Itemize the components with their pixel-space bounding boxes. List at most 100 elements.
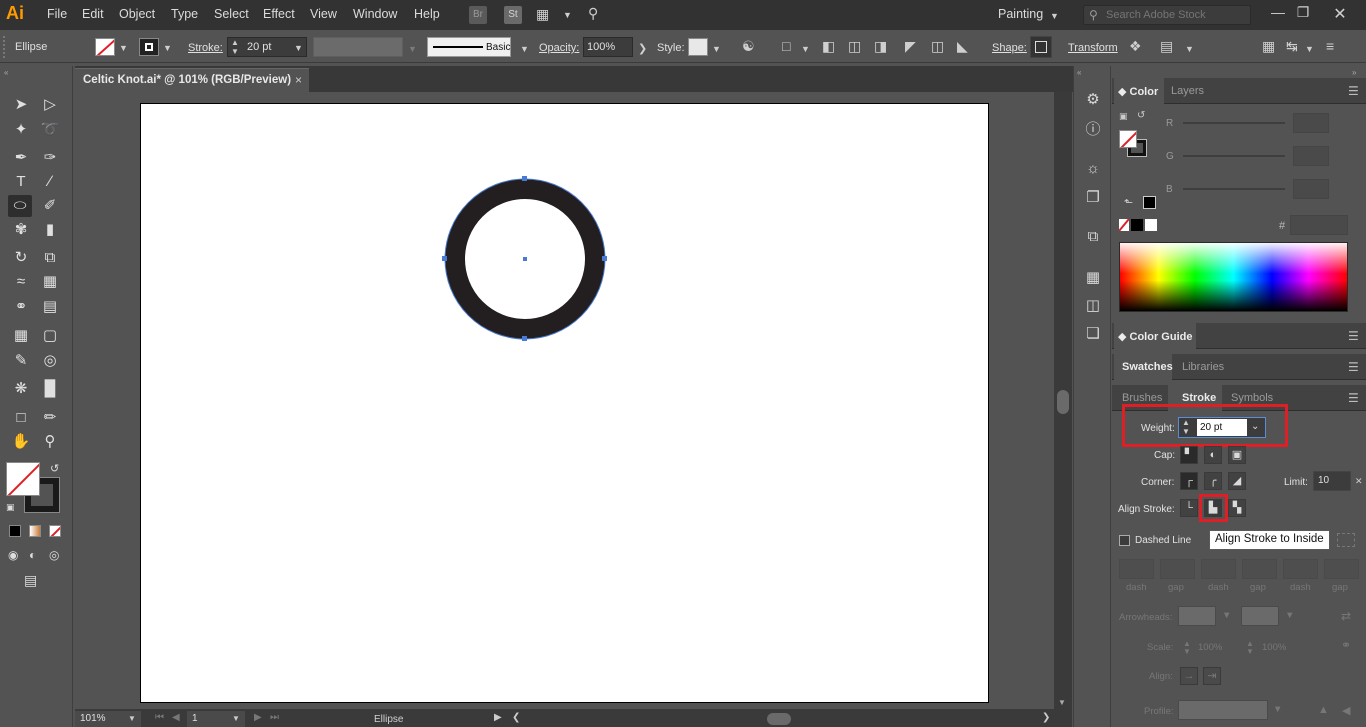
close-icon[interactable]: ✕ bbox=[1355, 476, 1363, 487]
transform-icon[interactable]: ▦ bbox=[1083, 268, 1103, 288]
direct-selection-tool-icon[interactable]: ▷ bbox=[38, 94, 62, 116]
projecting-cap-icon[interactable]: ▣ bbox=[1228, 446, 1246, 464]
opacity-value[interactable]: 100% bbox=[587, 41, 615, 53]
transform-link[interactable]: Transform bbox=[1068, 42, 1118, 54]
profile-select[interactable] bbox=[1178, 700, 1268, 720]
selection-tool-icon[interactable]: ➤ bbox=[9, 94, 33, 116]
start-arrowhead-select[interactable] bbox=[1178, 606, 1216, 626]
line-segment-tool-icon[interactable]: ∕ bbox=[38, 171, 62, 193]
black-swatch[interactable] bbox=[1131, 219, 1143, 231]
align-right-icon[interactable]: ◨ bbox=[874, 38, 887, 55]
close-tab-icon[interactable]: × bbox=[295, 73, 302, 87]
first-artboard-icon[interactable]: ⏮ bbox=[155, 712, 164, 723]
tab-brushes[interactable]: Brushes bbox=[1122, 392, 1162, 404]
tab-color[interactable]: ◆ Color bbox=[1118, 85, 1158, 98]
butt-cap-icon[interactable]: ▘ bbox=[1180, 446, 1198, 464]
chevron-down-icon[interactable]: ▼ bbox=[1273, 704, 1282, 715]
curvature-tool-icon[interactable]: ✑ bbox=[38, 147, 62, 169]
dash-1-input[interactable] bbox=[1119, 559, 1154, 579]
chevron-down-icon[interactable]: ▼ bbox=[1305, 44, 1314, 54]
none-mode-icon[interactable] bbox=[49, 525, 61, 537]
draw-inside-icon[interactable]: ◎ bbox=[49, 548, 59, 562]
select-similar-icon[interactable]: ↹ bbox=[1286, 38, 1298, 55]
scroll-down-icon[interactable]: ▼ bbox=[1058, 698, 1066, 707]
stroke-swatch[interactable] bbox=[139, 38, 159, 56]
hand-tool-icon[interactable]: ✋ bbox=[9, 431, 33, 453]
menu-effect[interactable]: Effect bbox=[263, 7, 295, 21]
menu-select[interactable]: Select bbox=[214, 7, 249, 21]
scroll-left-icon[interactable]: ❮ bbox=[512, 712, 520, 723]
bevel-join-icon[interactable]: ◢ bbox=[1228, 472, 1246, 490]
align-left-icon[interactable]: ◧ bbox=[822, 38, 835, 55]
graphic-style-swatch[interactable] bbox=[688, 38, 708, 56]
bridge-icon[interactable]: Br bbox=[469, 6, 487, 24]
stroke-weight-value[interactable]: 20 pt bbox=[247, 41, 271, 53]
align-top-icon[interactable]: ◤ bbox=[905, 38, 916, 55]
chevron-down-icon[interactable]: ▼ bbox=[294, 43, 303, 53]
gpu-performance-icon[interactable]: ⚲ bbox=[588, 5, 598, 22]
channel-b-slider[interactable] bbox=[1183, 188, 1285, 190]
gap-1-input[interactable] bbox=[1160, 559, 1195, 579]
align-icon[interactable]: ◫ bbox=[1083, 296, 1103, 316]
opacity-field[interactable]: 100% bbox=[583, 37, 633, 57]
warp-tool-icon[interactable]: ≈ bbox=[9, 271, 33, 293]
anchor-point-bottom[interactable] bbox=[522, 336, 527, 341]
panel-menu-icon[interactable]: ☰ bbox=[1348, 391, 1359, 405]
selected-ellipse[interactable] bbox=[430, 165, 620, 355]
shaper-tool-icon[interactable]: ✾ bbox=[9, 219, 33, 241]
hex-input[interactable] bbox=[1290, 215, 1348, 235]
align-stroke-outside-icon[interactable]: ▚ bbox=[1228, 499, 1246, 517]
collapse-panels-icon[interactable]: » bbox=[1352, 68, 1356, 77]
end-scale-value[interactable]: 100% bbox=[1262, 642, 1286, 653]
brush-definition[interactable]: Basic bbox=[427, 37, 511, 57]
stroke-weight-field[interactable]: ▲ ▼ 20 pt ▼ bbox=[227, 37, 307, 57]
panel-menu-icon[interactable]: ≡ bbox=[1326, 38, 1334, 54]
tab-symbols[interactable]: Symbols bbox=[1231, 392, 1273, 404]
default-fill-stroke-icon[interactable]: ▣ bbox=[6, 502, 15, 513]
tab-stroke[interactable]: Stroke bbox=[1182, 392, 1216, 404]
default-colors-icon[interactable]: ▣ bbox=[1119, 111, 1128, 122]
last-artboard-icon[interactable]: ⏭ bbox=[270, 712, 279, 723]
chevron-down-icon[interactable]: ▼ bbox=[520, 44, 529, 54]
none-swatch[interactable] bbox=[1119, 219, 1129, 231]
channel-b-input[interactable] bbox=[1293, 179, 1329, 199]
menu-file[interactable]: File bbox=[47, 7, 67, 21]
rotate-tool-icon[interactable]: ↻ bbox=[9, 247, 33, 269]
variable-width-profile[interactable] bbox=[313, 37, 403, 57]
round-join-icon[interactable]: ╭ bbox=[1204, 472, 1222, 490]
chevron-down-icon[interactable]: ▼ bbox=[163, 43, 172, 53]
zoom-tool-icon[interactable]: ⚲ bbox=[38, 431, 62, 453]
chevron-down-icon[interactable]: ▼ bbox=[1050, 11, 1059, 21]
chevron-down-icon[interactable]: ▼ bbox=[408, 44, 417, 54]
previous-artboard-icon[interactable]: ◀ bbox=[172, 712, 180, 723]
pen-tool-icon[interactable]: ✒ bbox=[9, 147, 33, 169]
chevron-down-icon[interactable]: ⌄ bbox=[1251, 421, 1259, 432]
panel-menu-icon[interactable]: ☰ bbox=[1348, 360, 1359, 374]
limit-value[interactable]: 10 bbox=[1318, 475, 1329, 486]
chevron-down-icon[interactable]: ▼ bbox=[1185, 44, 1194, 54]
round-cap-icon[interactable]: ◐ bbox=[1204, 446, 1222, 464]
gap-2-input[interactable] bbox=[1242, 559, 1277, 579]
fill-swatch[interactable] bbox=[95, 38, 115, 56]
align-bottom-icon[interactable]: ◣ bbox=[957, 38, 968, 55]
search-input[interactable] bbox=[1106, 9, 1246, 21]
tab-color-guide[interactable]: ◆ Color Guide bbox=[1118, 330, 1192, 343]
column-graph-tool-icon[interactable]: █ bbox=[38, 378, 62, 400]
color-spectrum[interactable] bbox=[1119, 242, 1348, 312]
dash-2-input[interactable] bbox=[1201, 559, 1236, 579]
weight-input[interactable]: 20 pt bbox=[1197, 419, 1247, 436]
blend-tool-icon[interactable]: ◎ bbox=[38, 350, 62, 372]
menu-type[interactable]: Type bbox=[171, 7, 198, 21]
limit-input[interactable]: 10 bbox=[1313, 471, 1351, 491]
gap-3-input[interactable] bbox=[1324, 559, 1359, 579]
stroke-panel-link[interactable]: Stroke: bbox=[188, 42, 223, 54]
align-to-icon[interactable]: □ bbox=[782, 38, 790, 54]
shape-builder-tool-icon[interactable]: ⚭ bbox=[9, 296, 33, 318]
draw-normal-icon[interactable]: ◉ bbox=[8, 548, 18, 562]
arrange-icon[interactable]: ▦ bbox=[1262, 38, 1275, 55]
eyedropper-tool-icon[interactable]: ✎ bbox=[9, 350, 33, 372]
artboard-navigation-field[interactable]: 1 ▼ bbox=[187, 711, 245, 727]
collapse-panel-icon[interactable]: « bbox=[4, 68, 8, 77]
swap-fill-stroke-icon[interactable]: ↺ bbox=[50, 462, 59, 475]
menu-object[interactable]: Object bbox=[119, 7, 155, 21]
